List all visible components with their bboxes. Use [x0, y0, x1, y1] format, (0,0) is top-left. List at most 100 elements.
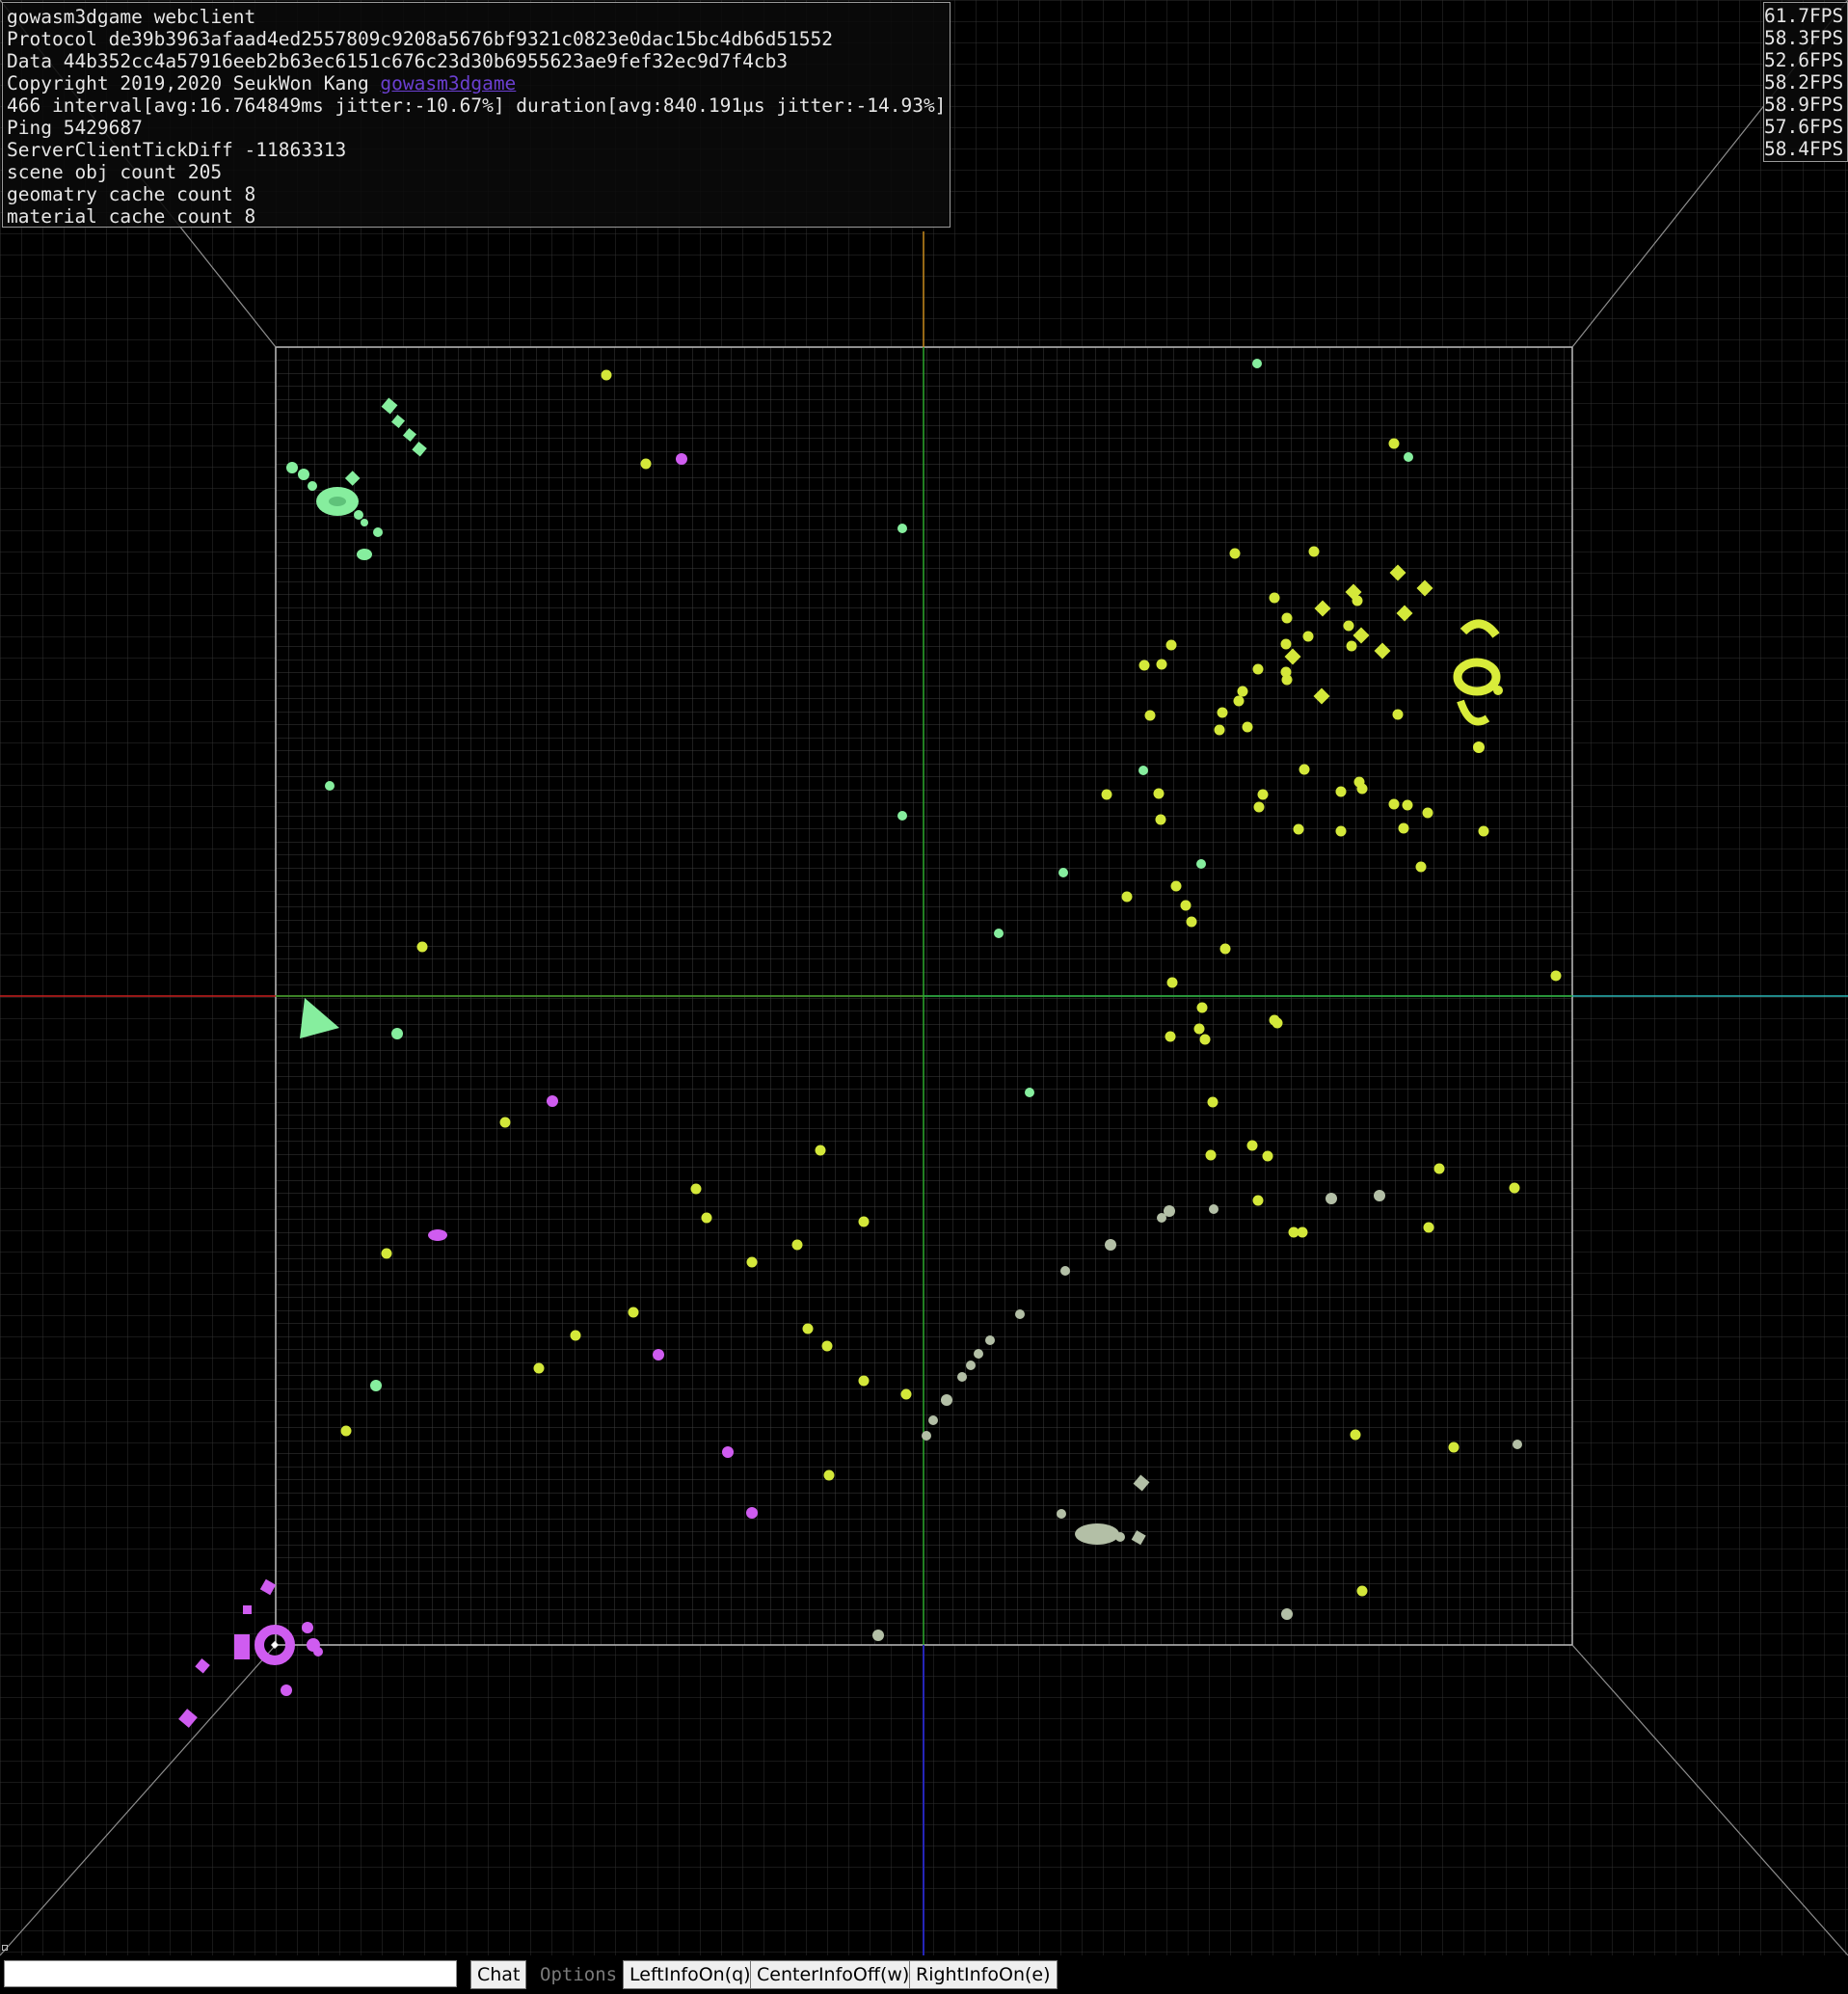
yellow-unit [1246, 1140, 1258, 1151]
yellow-unit [858, 1216, 870, 1227]
yellow-unit [1356, 1585, 1368, 1597]
fps-readout: 58.2FPS [1764, 71, 1844, 94]
yellow-unit [1196, 1002, 1208, 1013]
yellow-unit [1280, 666, 1292, 678]
yellow-unit [1422, 807, 1433, 819]
yellow-unit [533, 1362, 545, 1374]
chat-input[interactable] [4, 1960, 457, 1987]
right-info-toggle-button[interactable]: RightInfoOn(e) [909, 1960, 1058, 1989]
yellow-unit [1398, 822, 1409, 834]
yellow-unit [1207, 1096, 1219, 1108]
yellow-unit [628, 1307, 639, 1318]
fps-readout: 58.3FPS [1764, 27, 1844, 49]
gowasm3dgame-link[interactable]: gowasm3dgame [380, 72, 516, 94]
options-label[interactable]: Options [540, 1960, 617, 1989]
yellow-unit [1550, 970, 1562, 982]
game-viewport[interactable] [0, 0, 1848, 1994]
yellow-unit [1156, 659, 1167, 670]
yellow-unit [1155, 814, 1166, 825]
yellow-unit [570, 1330, 581, 1341]
yellow-unit [1423, 1222, 1434, 1233]
yellow-unit [1101, 789, 1112, 800]
info-line-interval: 466 interval[avg:16.764849ms jitter:-10.… [7, 94, 947, 117]
yellow-unit [1121, 891, 1133, 903]
chat-button[interactable]: Chat [470, 1960, 527, 1989]
left-info-toggle-button[interactable]: LeftInfoOn(q) [623, 1960, 758, 1989]
yellow-unit [690, 1183, 702, 1195]
yellow-unit [1478, 825, 1489, 837]
yellow-unit [1415, 861, 1427, 873]
yellow-unit [1253, 801, 1265, 813]
yellow-unit [1280, 638, 1292, 650]
yellow-unit [1153, 788, 1165, 799]
yellow-unit [1252, 1195, 1264, 1206]
yellow-unit [1350, 1429, 1361, 1441]
fps-readout: 61.7FPS [1764, 5, 1844, 27]
yellow-unit [1509, 1182, 1520, 1194]
info-line-data: Data 44b352cc4a57916eeb2b63ec6151c676c23… [7, 50, 789, 72]
yellow-unit [1297, 1226, 1308, 1238]
yellow-unit [1281, 612, 1293, 624]
yellow-unit [381, 1248, 392, 1259]
yellow-unit [821, 1340, 833, 1352]
info-line-copyright: Copyright 2019,2020 SeukWon Kang gowasm3… [7, 72, 517, 94]
yellow-unit [1199, 1034, 1211, 1045]
yellow-unit [791, 1239, 803, 1251]
yellow-unit [1433, 1163, 1445, 1174]
yellow-unit [1269, 592, 1280, 604]
yellow-unit [1144, 710, 1156, 721]
yellow-unit [823, 1469, 835, 1481]
yellow-unit [1293, 823, 1304, 835]
yellow-unit [802, 1323, 814, 1334]
yellow-unit [900, 1388, 912, 1400]
corner-marker [2, 1945, 8, 1951]
yellow-unit [1388, 438, 1400, 449]
yellow-unit [1219, 943, 1231, 955]
yellow-unit [340, 1425, 352, 1437]
info-line-material-cache: material cache count 8 [7, 205, 256, 228]
yellow-unit [1302, 631, 1314, 642]
fps-readout: 58.4FPS [1764, 138, 1844, 160]
info-line-scene-count: scene obj count 205 [7, 161, 223, 183]
yellow-unit [1165, 1031, 1176, 1042]
yellow-unit [1214, 724, 1225, 736]
yellow-unit [1229, 548, 1241, 559]
fps-readout: 58.9FPS [1764, 94, 1844, 116]
yellow-unit [1402, 799, 1413, 811]
yellow-unit [1356, 783, 1368, 795]
yellow-unit [1257, 789, 1269, 800]
info-line-tickdiff: ServerClientTickDiff -11863313 [7, 139, 347, 161]
yellow-unit [1166, 977, 1178, 988]
yellow-unit [1392, 709, 1404, 720]
yellow-unit [1186, 916, 1197, 928]
yellow-unit [1205, 1149, 1217, 1161]
left-info-panel: gowasm3dgame webclient Protocol de39b396… [2, 2, 951, 228]
info-line-title: gowasm3dgame webclient [7, 6, 256, 28]
center-info-toggle-button[interactable]: CenterInfoOff(w) [750, 1960, 917, 1989]
info-line-protocol: Protocol de39b3963afaad4ed2557809c9208a5… [7, 28, 834, 50]
yellow-unit [815, 1145, 826, 1156]
yellow-unit [1237, 686, 1248, 697]
gray-team-base [1075, 1523, 1119, 1545]
yellow-unit [1335, 786, 1347, 797]
yellow-unit [1262, 1150, 1273, 1162]
yellow-unit [1138, 660, 1150, 671]
yellow-unit [1170, 880, 1182, 892]
yellow-unit [1448, 1442, 1460, 1453]
yellow-unit [701, 1212, 712, 1224]
yellow-unit [1388, 798, 1400, 810]
bottom-toolbar: Chat Options LeftInfoOn(q) CenterInfoOff… [0, 1958, 1848, 1991]
yellow-unit [1335, 825, 1347, 837]
yellow-unit [1242, 721, 1253, 733]
yellow-unit [1180, 900, 1192, 911]
yellow-unit [1346, 640, 1357, 652]
yellow-unit [640, 458, 652, 470]
yellow-unit [1343, 620, 1354, 632]
yellow-unit [1193, 1023, 1205, 1035]
yellow-unit [601, 369, 612, 381]
yellow-unit [1217, 707, 1228, 718]
fps-readout: 57.6FPS [1764, 116, 1844, 138]
fps-panel: 61.7FPS 58.3FPS 52.6FPS 58.2FPS 58.9FPS … [1763, 2, 1848, 162]
yellow-unit [1252, 663, 1264, 675]
info-line-ping: Ping 5429687 [7, 117, 143, 139]
